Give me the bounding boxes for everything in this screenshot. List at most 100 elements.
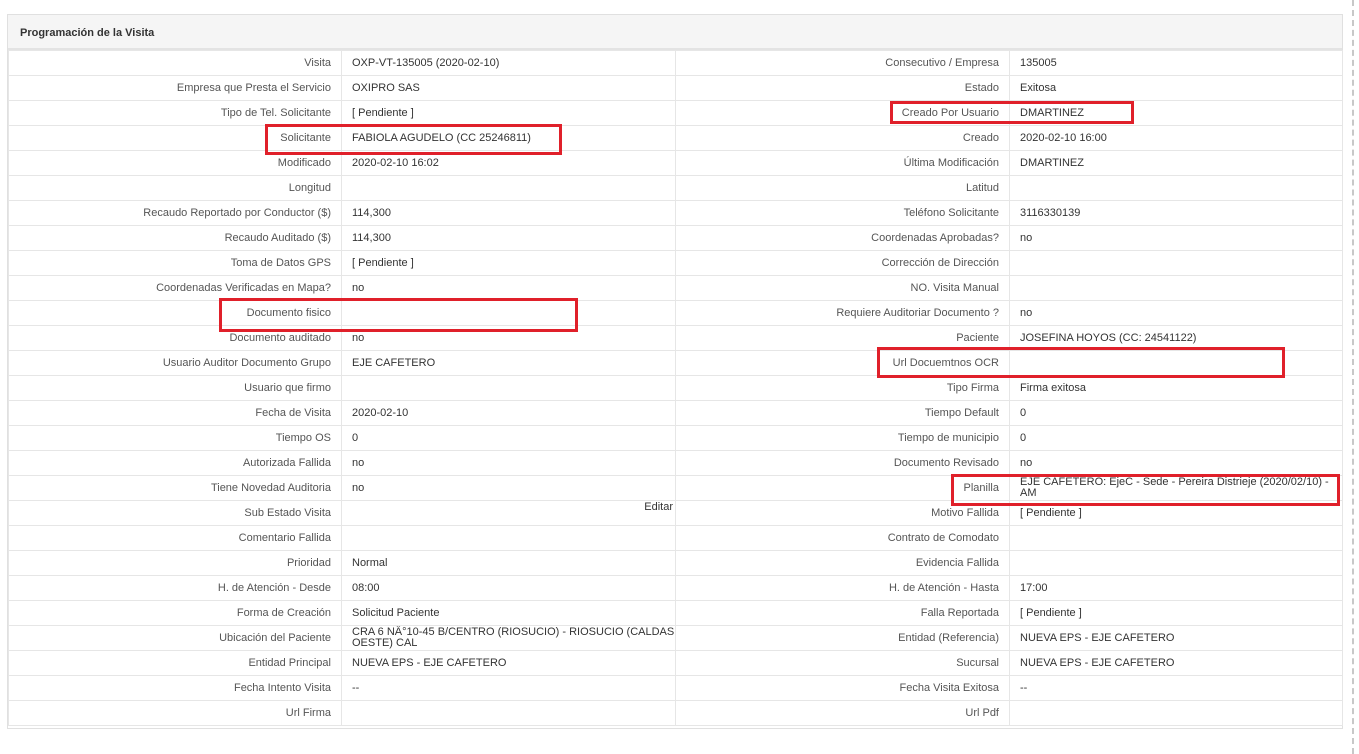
field-value	[341, 375, 676, 401]
field-label: Coordenadas Verificadas en Mapa?	[8, 275, 342, 301]
field-value: 135005	[1009, 50, 1343, 76]
page-edge-divider	[1352, 0, 1354, 754]
field-value-text: 2020-02-10	[352, 407, 409, 419]
field-value-text: no	[352, 332, 365, 344]
field-value: [ Pendiente ]	[341, 250, 676, 276]
field-label: Tiempo OS	[8, 425, 342, 451]
field-value: no	[1009, 300, 1343, 326]
detail-row: Solicitante FABIOLA AGUDELO (CC 25246811)…	[8, 125, 1343, 151]
field-value: EJE CAFETERO	[341, 350, 676, 376]
field-value: DMARTINEZ	[1009, 100, 1343, 126]
field-value-text: JOSEFINA HOYOS (CC: 24541122)	[1020, 332, 1197, 344]
field-value: OXP-VT-135005 (2020-02-10)	[341, 50, 676, 76]
field-label: Prioridad	[8, 550, 342, 576]
field-value-text: 08:00	[352, 582, 380, 594]
detail-row: Documento auditado no Paciente JOSEFINA HO…	[8, 325, 1343, 351]
field-label: Contrato de Comodato	[675, 525, 1010, 551]
detail-row: Tiempo OS 0 Tiempo de municipio 0	[8, 425, 1343, 451]
field-value	[341, 300, 676, 326]
field-label-text: Tipo de Tel. Solicitante	[220, 107, 331, 119]
panel-title: Programación de la Visita	[8, 15, 1342, 50]
edit-link[interactable]: Editar	[644, 502, 673, 514]
field-label: Teléfono Solicitante	[675, 200, 1010, 226]
field-value: no	[1009, 225, 1343, 251]
field-label: Url Firma	[8, 700, 342, 726]
field-value: JOSEFINA HOYOS (CC: 24541122)	[1009, 325, 1343, 351]
field-label-text: Corrección de Dirección	[881, 257, 999, 269]
field-label-text: Tiempo OS	[275, 432, 331, 444]
detail-row: Documento fisico Requiere Auditoriar Docu…	[8, 300, 1343, 326]
field-label: Documento auditado	[8, 325, 342, 351]
field-label-text: Longitud	[288, 182, 331, 194]
field-value: 0	[1009, 425, 1343, 451]
field-label: Falla Reportada	[675, 600, 1010, 626]
field-label: Fecha Visita Exitosa	[675, 675, 1010, 701]
field-value	[1009, 550, 1343, 576]
field-value-text: 114,300	[352, 207, 391, 219]
field-label-text: Recaudo Auditado ($)	[224, 232, 331, 244]
field-label-text: Coordenadas Verificadas en Mapa?	[156, 282, 331, 294]
field-label: Toma de Datos GPS	[8, 250, 342, 276]
field-label-text: Toma de Datos GPS	[230, 257, 331, 269]
detail-row: Entidad Principal NUEVA EPS - EJE CAFETER…	[8, 650, 1343, 676]
field-label: Última Modificación	[675, 150, 1010, 176]
field-label-text: Visita	[304, 57, 331, 69]
field-label: H. de Atención - Desde	[8, 575, 342, 601]
field-label: Tipo de Tel. Solicitante	[8, 100, 342, 126]
field-label: Recaudo Reportado por Conductor ($)	[8, 200, 342, 226]
field-value-text: [ Pendiente ]	[352, 257, 414, 269]
field-label: Empresa que Presta el Servicio	[8, 75, 342, 101]
field-label: Creado Por Usuario	[675, 100, 1010, 126]
field-value: 114,300	[341, 225, 676, 251]
field-value-text: no	[1020, 307, 1033, 319]
field-label-text: Creado Por Usuario	[901, 107, 999, 119]
detail-row: Fecha de Visita 2020-02-10 Tiempo Default…	[8, 400, 1343, 426]
field-value-text: [ Pendiente ]	[1020, 507, 1082, 519]
field-label-text: Requiere Auditoriar Documento ?	[836, 307, 999, 319]
detail-row: Forma de Creación Solicitud Paciente Falla…	[8, 600, 1343, 626]
detail-row: Recaudo Auditado ($) 114,300 Coordenadas A…	[8, 225, 1343, 251]
field-value	[1009, 175, 1343, 201]
field-value: 114,300	[341, 200, 676, 226]
field-label: Entidad Principal	[8, 650, 342, 676]
detail-row: Tipo de Tel. Solicitante [ Pendiente ] Cre…	[8, 100, 1343, 126]
field-value-text: 2020-02-10 16:02	[352, 157, 439, 169]
detail-row: Url Firma Url Pdf	[8, 700, 1343, 726]
field-label: NO. Visita Manual	[675, 275, 1010, 301]
field-label: Tiempo de municipio	[675, 425, 1010, 451]
field-label: Modificado	[8, 150, 342, 176]
field-label: Url Pdf	[675, 700, 1010, 726]
detail-row: Fecha Intento Visita -- Fecha Visita Exit…	[8, 675, 1343, 701]
field-label: H. de Atención - Hasta	[675, 575, 1010, 601]
field-label-text: Tiempo de municipio	[897, 432, 999, 444]
field-value: 3116330139	[1009, 200, 1343, 226]
field-value: NUEVA EPS - EJE CAFETERO	[1009, 650, 1343, 676]
field-label: Ubicación del Paciente	[8, 625, 342, 651]
field-label: Consecutivo / Empresa	[675, 50, 1010, 76]
detail-row: Autorizada Fallida no Documento Revisado …	[8, 450, 1343, 476]
field-label-text: H. de Atención - Desde	[217, 582, 331, 594]
field-value: 2020-02-10 16:00	[1009, 125, 1343, 151]
field-value: Firma exitosa	[1009, 375, 1343, 401]
field-label: Longitud	[8, 175, 342, 201]
field-value-text: no	[352, 282, 365, 294]
field-value: NUEVA EPS - EJE CAFETERO	[1009, 625, 1343, 651]
field-label: Usuario que firmo	[8, 375, 342, 401]
field-value-text: CRA 6 NÂ°10-45 B/CENTRO (RIOSUCIO) - RIO…	[352, 626, 675, 649]
detail-row: Usuario que firmo Tipo Firma Firma exitosa	[8, 375, 1343, 401]
field-value-text: 17:00	[1020, 582, 1048, 594]
field-value-text: OXP-VT-135005 (2020-02-10)	[352, 57, 500, 69]
field-label: Requiere Auditoriar Documento ?	[675, 300, 1010, 326]
field-label-text: Empresa que Presta el Servicio	[176, 82, 331, 94]
field-value	[1009, 525, 1343, 551]
field-label-text: Modificado	[277, 157, 331, 169]
field-value: 2020-02-10 16:02	[341, 150, 676, 176]
field-label-text: Coordenadas Aprobadas?	[871, 232, 999, 244]
field-label-text: NO. Visita Manual	[910, 282, 999, 294]
field-value: DMARTINEZ	[1009, 150, 1343, 176]
field-value-text: NUEVA EPS - EJE CAFETERO	[352, 657, 507, 669]
field-label: Sucursal	[675, 650, 1010, 676]
detail-row: Ubicación del Paciente CRA 6 NÂ°10-45 B/C…	[8, 625, 1343, 651]
field-label: Visita	[8, 50, 342, 76]
field-value: no	[341, 325, 676, 351]
